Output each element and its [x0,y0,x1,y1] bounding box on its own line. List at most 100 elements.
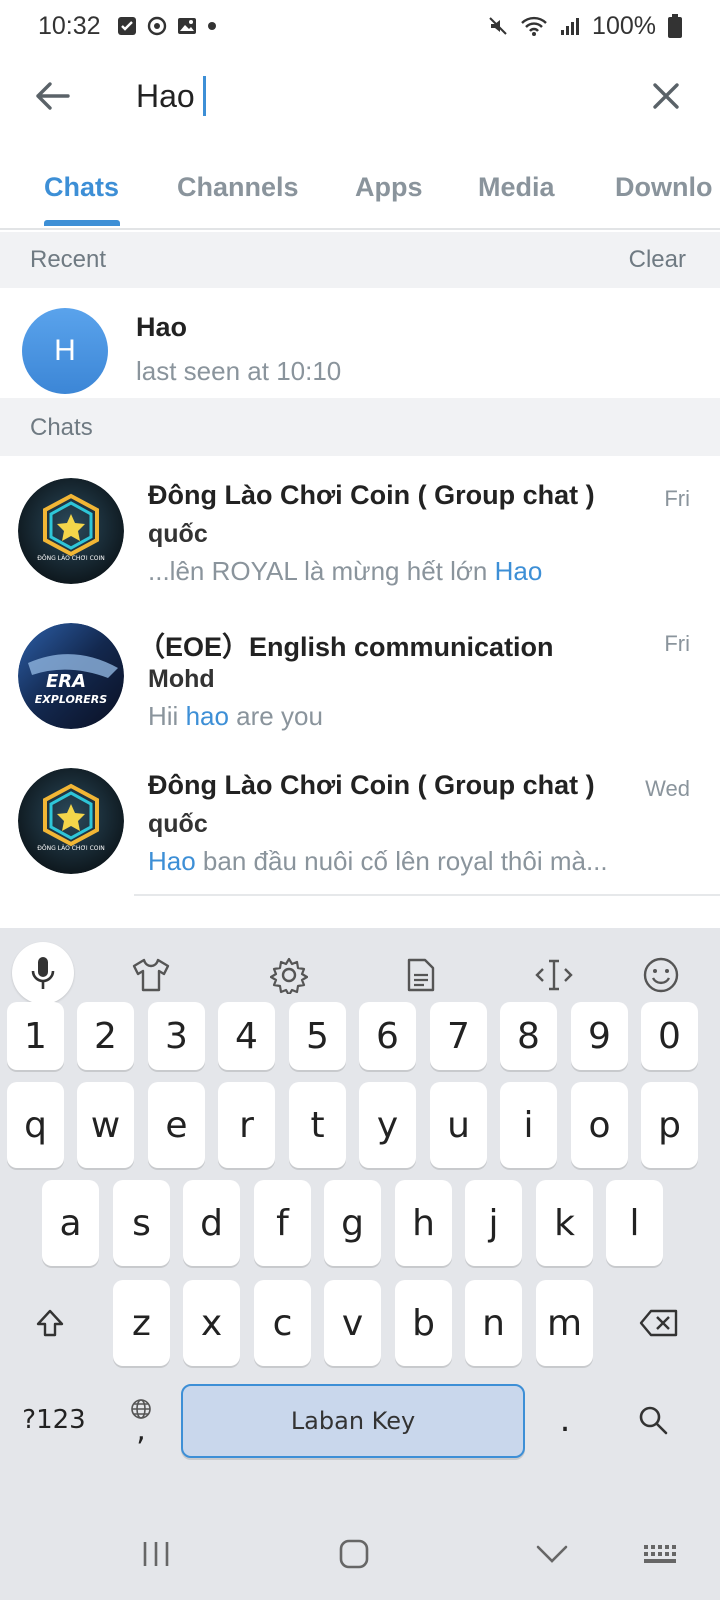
tab-channels[interactable]: Channels [177,172,299,203]
search-header: Hao [0,52,720,142]
key-5[interactable]: 5 [289,1002,346,1070]
key-a[interactable]: a [42,1180,99,1266]
key-2[interactable]: 2 [77,1002,134,1070]
key-i[interactable]: i [500,1082,557,1168]
key-m[interactable]: m [536,1280,593,1366]
recent-apps-button[interactable] [126,1532,186,1576]
key-f[interactable]: f [254,1180,311,1266]
key-0[interactable]: 0 [641,1002,698,1070]
home-icon [339,1539,369,1569]
settings-button[interactable] [260,946,318,1004]
recent-apps-icon [143,1542,169,1566]
chat-row[interactable]: ERA EXPLORERS （EOE）English communication… [0,603,720,751]
hide-keyboard-button[interactable] [522,1532,582,1576]
chat-row[interactable]: ĐÔNG LÀO CHƠI COIN Đông Lào Chơi Coin ( … [0,458,720,606]
key-1[interactable]: 1 [7,1002,64,1070]
key-b[interactable]: b [395,1280,452,1366]
document-icon [407,958,435,992]
battery-icon [668,14,682,38]
key-t[interactable]: t [289,1082,346,1168]
key-q[interactable]: q [7,1082,64,1168]
key-k[interactable]: k [536,1180,593,1266]
home-button[interactable] [324,1532,384,1576]
tab-chats[interactable]: Chats [44,172,119,203]
key-4[interactable]: 4 [218,1002,275,1070]
svg-text:ĐÔNG LÀO CHƠI COIN: ĐÔNG LÀO CHƠI COIN [37,555,105,562]
status-bar: 10:32 100% [0,0,720,52]
key-s[interactable]: s [113,1180,170,1266]
status-time: 10:32 [38,11,101,40]
svg-text:ĐÔNG LÀO CHƠI COIN: ĐÔNG LÀO CHƠI COIN [37,845,105,852]
period-key[interactable]: . [540,1384,590,1456]
microphone-icon [31,957,55,989]
key-x[interactable]: x [183,1280,240,1366]
chats-section-header: Chats [0,398,720,456]
chat-title: Đông Lào Chơi Coin ( Group chat ) [148,770,595,800]
clear-search-button[interactable] [642,72,690,120]
key-r[interactable]: r [218,1082,275,1168]
backspace-icon [639,1309,678,1337]
key-j[interactable]: j [465,1180,522,1266]
voice-input-button[interactable] [12,942,74,1004]
key-6[interactable]: 6 [359,1002,416,1070]
text-cursor-move-icon [535,959,573,991]
key-o[interactable]: o [571,1082,628,1168]
key-8[interactable]: 8 [500,1002,557,1070]
signal-icon [561,18,580,35]
message-text: ...lên ROYAL là mừng hết lớn [148,556,495,586]
theme-button[interactable] [122,946,180,1004]
chats-section-label: Chats [30,414,93,441]
chat-title: （EOE）English communication [138,632,554,662]
tab-downloads[interactable]: Downlo [615,172,712,203]
key-y[interactable]: y [359,1082,416,1168]
search-match: hao [185,701,229,731]
key-u[interactable]: u [430,1082,487,1168]
dong-lao-logo-avatar: ĐÔNG LÀO CHƠI COIN [18,768,124,874]
emoji-button[interactable] [632,946,690,1004]
tab-media[interactable]: Media [478,172,555,203]
key-7[interactable]: 7 [430,1002,487,1070]
key-9[interactable]: 9 [571,1002,628,1070]
chat-date: Fri [664,486,690,511]
key-v[interactable]: v [324,1280,381,1366]
message-text: ban đầu nuôi cố lên royal thôi mà... [195,846,608,876]
search-input[interactable]: Hao [136,70,206,122]
tab-apps[interactable]: Apps [355,172,423,203]
soft-keyboard: 1 2 3 4 5 6 7 8 9 0 q w e r t y u i o p … [0,928,720,1508]
symbols-key[interactable]: ?123 [14,1384,94,1456]
key-g[interactable]: g [324,1180,381,1266]
message-text: Hii [148,701,186,731]
back-button[interactable] [28,72,76,120]
recent-item-hao[interactable]: H Hao last seen at 10:10 [0,288,720,406]
chat-message: ...lên ROYAL là mừng hết lớn Hao [148,556,542,587]
svg-text:EXPLORERS: EXPLORERS [35,693,107,706]
space-key[interactable]: Laban Key [181,1384,525,1458]
shift-key[interactable] [18,1280,82,1366]
message-text: are you [228,701,323,731]
comma-language-key[interactable]: , [112,1384,170,1456]
search-key[interactable] [618,1384,688,1456]
backspace-key[interactable] [624,1280,694,1366]
wifi-icon [521,16,547,36]
key-n[interactable]: n [465,1280,522,1366]
key-w[interactable]: w [77,1082,134,1168]
chat-row[interactable]: ĐÔNG LÀO CHƠI COIN Đông Lào Chơi Coin ( … [0,748,720,896]
image-notification-icon [177,18,196,34]
clipboard-button[interactable] [392,946,450,1004]
cursor-move-button[interactable] [525,946,583,1004]
search-query-text: Hao [136,77,195,114]
key-d[interactable]: d [183,1180,240,1266]
clear-recent-button[interactable]: Clear [629,246,686,274]
key-z[interactable]: z [113,1280,170,1366]
svg-text:ERA: ERA [46,671,86,692]
key-e[interactable]: e [148,1082,205,1168]
key-3[interactable]: 3 [148,1002,205,1070]
key-h[interactable]: h [395,1180,452,1266]
arrow-left-icon [36,82,70,110]
keyboard-switch-button[interactable] [632,1532,692,1576]
key-c[interactable]: c [254,1280,311,1366]
dong-lao-logo-avatar: ĐÔNG LÀO CHƠI COIN [18,478,124,584]
key-p[interactable]: p [641,1082,698,1168]
key-l[interactable]: l [606,1180,663,1266]
chat-date: Wed [645,776,690,801]
